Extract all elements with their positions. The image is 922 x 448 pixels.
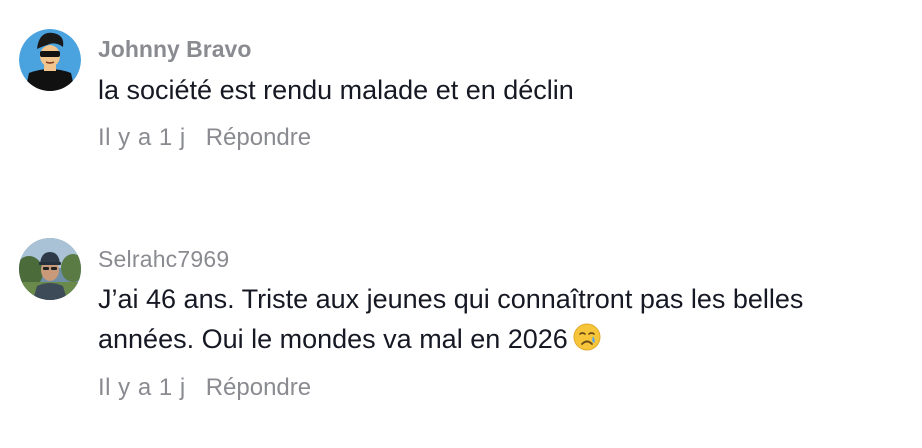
comment-item: Selrahc7969 J’ai 46 ans. Triste aux jeun… (0, 0, 922, 448)
crying-face-icon (572, 322, 602, 352)
comment-meta: Il y a 1 j Répondre (98, 374, 311, 402)
comment-timestamp: Il y a 1 j (98, 374, 186, 401)
comment-author[interactable]: Selrahc7969 (98, 246, 229, 273)
reply-button[interactable]: Répondre (206, 374, 311, 401)
comment-text-line: J’ai 46 ans. Triste aux jeunes qui conna… (98, 284, 804, 314)
comment-text-line: années. Oui le mondes va mal en 2026 (98, 319, 918, 359)
user-photo-avatar-icon (19, 238, 81, 300)
comment-text: J’ai 46 ans. Triste aux jeunes qui conna… (98, 279, 918, 359)
avatar[interactable] (19, 238, 81, 300)
comment-text-line-content: années. Oui le mondes va mal en 2026 (98, 324, 568, 354)
